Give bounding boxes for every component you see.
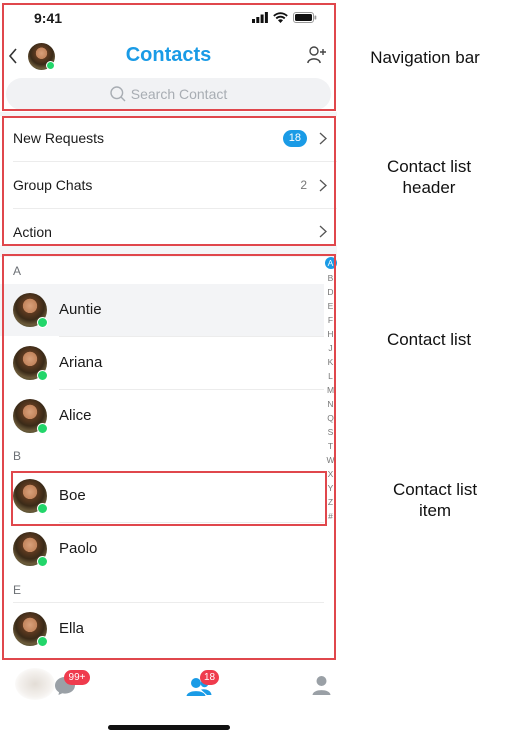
page-title: Contacts <box>125 44 212 66</box>
section-header-a: A <box>13 264 22 278</box>
contact-name: Ariana <box>59 354 103 371</box>
navigation-bar-callout: Navigation bar <box>370 48 480 67</box>
index-letter[interactable]: N <box>324 397 337 411</box>
chevron-right-icon <box>319 225 327 238</box>
index-letter[interactable]: X <box>324 467 337 481</box>
contact-list-item[interactable]: Alice <box>0 390 324 442</box>
contact-list-item[interactable]: Auntie <box>0 284 324 336</box>
contact-list-callout: Contact list <box>386 330 472 349</box>
index-letter[interactable]: M <box>324 383 337 397</box>
chevron-right-icon <box>319 179 327 191</box>
phone-screen: 9:41 Contacts Search Contact New Request… <box>0 0 337 736</box>
online-indicator <box>37 370 48 381</box>
index-letter[interactable]: F <box>324 313 337 327</box>
index-letter[interactable]: J <box>324 341 337 355</box>
group-chats-count: 2 <box>300 178 307 192</box>
online-indicator <box>37 317 48 328</box>
index-letter[interactable]: D <box>324 285 337 299</box>
signal-icon <box>252 12 268 23</box>
index-letter[interactable]: Y <box>324 481 337 495</box>
contact-name: Ella <box>59 620 85 637</box>
index-letter[interactable]: K <box>324 355 337 369</box>
index-letter[interactable]: W <box>324 453 337 467</box>
index-letter[interactable]: H <box>324 327 337 341</box>
contact-list-item[interactable]: Boe <box>0 470 324 522</box>
index-letter[interactable]: E <box>324 299 337 313</box>
alphabet-index[interactable]: A B D E F H J K L M N Q S T W X Y Z # <box>324 257 337 523</box>
index-letter[interactable]: B <box>324 271 337 285</box>
online-indicator <box>37 636 48 647</box>
section-header-b: B <box>13 449 22 463</box>
contact-name: Boe <box>59 487 86 504</box>
wifi-icon <box>273 12 288 23</box>
index-letter[interactable]: T <box>324 439 337 453</box>
contact-list-item[interactable]: Ariana <box>0 337 324 389</box>
online-indicator <box>37 556 48 567</box>
contact-name: Auntie <box>59 301 102 318</box>
index-letter[interactable]: L <box>324 369 337 383</box>
chevron-right-icon <box>319 132 327 144</box>
section-header-e: E <box>13 583 22 597</box>
status-icons <box>252 12 317 23</box>
blurred-thumbnail <box>15 668 55 700</box>
contact-list-item[interactable]: Paolo <box>0 523 324 575</box>
callout-line: item <box>418 501 452 520</box>
action-label: Action <box>13 224 52 240</box>
profile-tab-icon[interactable] <box>312 675 331 695</box>
action-row[interactable]: Action <box>0 209 337 245</box>
search-icon <box>110 86 126 102</box>
group-chats-label: Group Chats <box>13 177 93 193</box>
callout-line: Contact list <box>392 480 478 499</box>
new-requests-row[interactable]: New Requests 18 <box>0 115 337 161</box>
online-indicator <box>37 503 48 514</box>
index-letter[interactable]: # <box>324 509 337 523</box>
battery-icon <box>293 12 317 23</box>
contact-list-item[interactable]: Ella <box>0 603 324 655</box>
contact-name: Alice <box>59 407 92 424</box>
status-time: 9:41 <box>34 10 63 26</box>
index-letter[interactable]: S <box>324 425 337 439</box>
contact-name: Paolo <box>59 540 98 557</box>
home-indicator <box>108 725 230 730</box>
group-chats-row[interactable]: Group Chats 2 <box>0 162 337 208</box>
add-contact-icon[interactable] <box>307 46 327 64</box>
contact-list-header-callout: Contact list header <box>359 156 499 198</box>
index-letter[interactable]: A <box>324 257 337 269</box>
requests-badge: 18 <box>282 129 307 147</box>
callout-line: Contact list <box>386 157 472 176</box>
chats-badge: 99+ <box>64 670 90 685</box>
contacts-tab-badge: 18 <box>200 670 219 685</box>
index-letter[interactable]: Z <box>324 495 337 509</box>
index-letter[interactable]: Q <box>324 411 337 425</box>
search-placeholder: Search Contact <box>130 86 228 102</box>
separator-band <box>0 245 337 257</box>
search-input[interactable]: Search Contact <box>6 78 331 110</box>
online-indicator <box>37 423 48 434</box>
contact-list-item-callout: Contact list item <box>365 479 505 521</box>
callout-line: header <box>402 178 456 197</box>
